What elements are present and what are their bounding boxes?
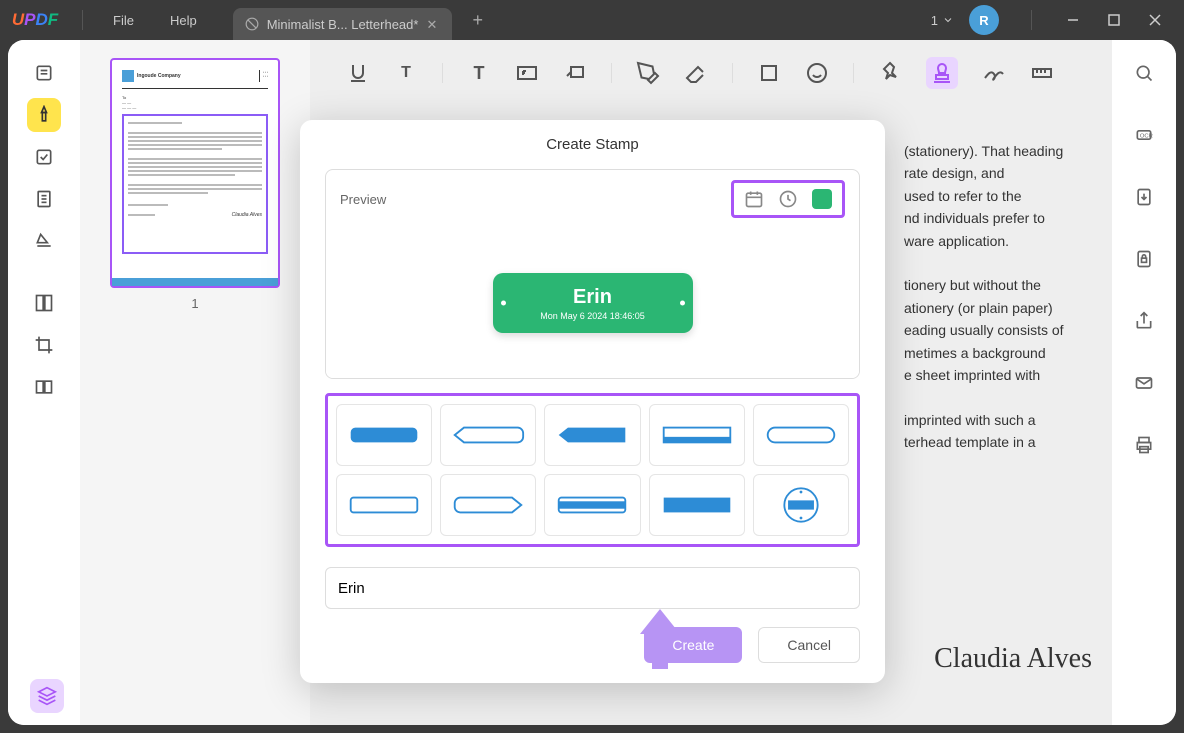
page-count-dropdown[interactable]: 1 — [931, 13, 954, 28]
edit-tool[interactable] — [27, 140, 61, 174]
window-maximize-button[interactable] — [1108, 14, 1120, 26]
menu-help[interactable]: Help — [152, 13, 215, 28]
stamp-preview: Erin Mon May 6 2024 18:46:05 — [493, 273, 693, 333]
search-button[interactable] — [1127, 56, 1161, 90]
stamp-shape-8[interactable] — [544, 474, 640, 536]
compare-tool[interactable] — [27, 370, 61, 404]
protect-button[interactable] — [1127, 242, 1161, 276]
stamp-name-input[interactable] — [325, 567, 860, 609]
pin-tool[interactable] — [878, 61, 902, 85]
document-signature: Claudia Alves — [934, 643, 1092, 675]
stamp-shape-2[interactable] — [440, 404, 536, 466]
stamp-shape-5[interactable] — [753, 404, 849, 466]
right-toolbar: OCR — [1112, 40, 1176, 725]
eraser-tool[interactable] — [684, 61, 708, 85]
left-toolbar — [8, 40, 80, 725]
stamp-shape-9[interactable] — [649, 474, 745, 536]
preview-label: Preview — [340, 192, 386, 207]
create-stamp-dialog: Create Stamp Preview Erin Mon May 6 2024… — [300, 120, 885, 683]
stamp-color-picker[interactable] — [812, 189, 832, 209]
underline-tool[interactable] — [346, 61, 370, 85]
stamp-shape-10[interactable] — [753, 474, 849, 536]
stamp-tool[interactable] — [926, 57, 958, 89]
text-bold-tool[interactable]: T — [467, 61, 491, 85]
new-tab-button[interactable]: + — [472, 10, 483, 31]
user-avatar[interactable]: R — [969, 5, 999, 35]
stamp-preview-name: Erin — [573, 286, 612, 309]
stamp-preview-date: Mon May 6 2024 18:46:05 — [540, 311, 645, 321]
stamp-shape-1[interactable] — [336, 404, 432, 466]
text-tool[interactable]: T — [394, 61, 418, 85]
time-toggle[interactable] — [778, 189, 798, 209]
textbox-tool[interactable] — [515, 61, 539, 85]
sticker-tool[interactable] — [805, 61, 829, 85]
no-edit-icon — [245, 17, 259, 31]
preview-options — [731, 180, 845, 218]
crop-tool[interactable] — [27, 328, 61, 362]
tab-label: Minimalist B... Letterhead* — [267, 17, 419, 32]
highlight-tool[interactable] — [27, 98, 61, 132]
window-minimize-button[interactable] — [1066, 13, 1080, 27]
measure-tool[interactable] — [1030, 61, 1054, 85]
annotation-toolbar: T T — [326, 56, 1096, 90]
callout-tool[interactable] — [563, 61, 587, 85]
ocr-button[interactable]: OCR — [1127, 118, 1161, 152]
share-button[interactable] — [1127, 304, 1161, 338]
stamp-shape-picker — [325, 393, 860, 547]
document-text: (stationery). That heading rate design, … — [904, 140, 1104, 453]
page-thumbnail-1[interactable]: Ingoude Company • • •• • • To— —— — — Cl… — [110, 58, 280, 288]
title-bar: UPDF File Help Minimalist B... Letterhea… — [0, 0, 1184, 40]
window-close-button[interactable] — [1148, 13, 1162, 27]
menu-file[interactable]: File — [95, 13, 152, 28]
close-tab-icon[interactable]: ✕ — [426, 17, 440, 31]
organize-tool[interactable] — [27, 286, 61, 320]
convert-button[interactable] — [1127, 180, 1161, 214]
reader-tool[interactable] — [27, 56, 61, 90]
email-button[interactable] — [1127, 366, 1161, 400]
page-tool[interactable] — [27, 182, 61, 216]
signature-tool[interactable] — [982, 61, 1006, 85]
thumbnail-page-number: 1 — [191, 296, 198, 311]
tutorial-arrow — [635, 609, 685, 669]
fill-tool[interactable] — [27, 224, 61, 258]
app-logo: UPDF — [0, 10, 70, 30]
thumb-company: Ingoude Company — [137, 73, 181, 79]
stamp-preview-box: Preview Erin Mon May 6 2024 18:46:05 — [325, 169, 860, 379]
print-button[interactable] — [1127, 428, 1161, 462]
stamp-shape-7[interactable] — [440, 474, 536, 536]
dialog-title: Create Stamp — [300, 120, 885, 169]
stamp-shape-3[interactable] — [544, 404, 640, 466]
shape-tool[interactable] — [757, 61, 781, 85]
stamp-shape-6[interactable] — [336, 474, 432, 536]
pencil-tool[interactable] — [636, 61, 660, 85]
thumbnail-panel: Ingoude Company • • •• • • To— —— — — Cl… — [80, 40, 310, 725]
stamp-shape-4[interactable] — [649, 404, 745, 466]
document-tab[interactable]: Minimalist B... Letterhead* ✕ — [233, 8, 453, 40]
layers-button[interactable] — [30, 679, 64, 713]
date-toggle[interactable] — [744, 189, 764, 209]
cancel-button[interactable]: Cancel — [758, 627, 860, 663]
chevron-down-icon — [942, 14, 954, 26]
svg-text:OCR: OCR — [1140, 134, 1153, 140]
